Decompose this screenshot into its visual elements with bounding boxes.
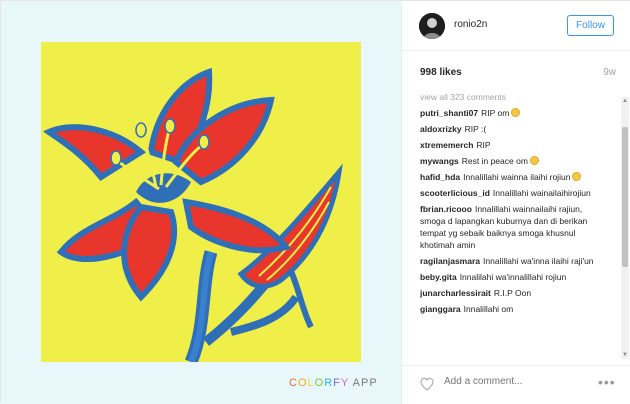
- comment-text: RIP :(: [464, 124, 487, 134]
- media-area: COLORFY APP: [1, 1, 401, 404]
- comment-username[interactable]: beby.gita: [420, 272, 457, 282]
- comment-item: junarcharlessirait R.I.P Oon: [420, 287, 610, 299]
- avatar[interactable]: [419, 13, 445, 39]
- brand-letter: O: [314, 377, 325, 389]
- scroll-up-arrow-icon[interactable]: ▲: [621, 97, 629, 105]
- follow-button[interactable]: Follow: [567, 15, 614, 36]
- post-details-panel: ronio2n Follow 998 likes 9w view all 323…: [401, 1, 630, 404]
- comment-username[interactable]: hafid_hda: [420, 172, 460, 182]
- comment-item: hafid_hda Innalillahi wainna ilaihi rojiu…: [420, 171, 610, 183]
- more-options-icon[interactable]: •••: [598, 374, 616, 390]
- heart-icon[interactable]: [419, 376, 435, 392]
- view-all-comments-link[interactable]: view all 323 comments: [420, 91, 610, 103]
- comment-item: gianggara Innalillahi om: [420, 303, 610, 315]
- brand-letter: F: [333, 377, 341, 389]
- comment-username[interactable]: mywangs: [420, 156, 459, 166]
- comment-username[interactable]: gianggara: [420, 304, 461, 314]
- add-comment-input[interactable]: [444, 376, 584, 387]
- brand-suffix: APP: [349, 377, 378, 389]
- comment-username[interactable]: xtrememerch: [420, 140, 473, 150]
- comment-item: beby.gita Innalilahi wa'innalillahi rojiu…: [420, 271, 610, 283]
- comments-list: view all 323 comments putri_shanti07 RIP …: [420, 91, 610, 359]
- post-header: ronio2n Follow: [402, 1, 630, 51]
- comment-item: fbrian.ricooo Innalillahi wainnailaihi ra…: [420, 203, 610, 251]
- comment-text: Innalillahi wainailaihirojiun: [492, 188, 591, 198]
- comment-text: RIP om: [481, 108, 510, 118]
- emoji-icon: [511, 108, 521, 117]
- likes-count[interactable]: 998 likes: [420, 67, 462, 78]
- comment-text: RIP: [476, 140, 491, 150]
- post-stats: 998 likes 9w: [420, 67, 616, 81]
- scrollbar-thumb[interactable]: [622, 127, 628, 267]
- post-image[interactable]: [41, 42, 361, 362]
- comment-text: Rest in peace om: [461, 156, 528, 166]
- comment-username[interactable]: ragilanjasmara: [420, 256, 480, 266]
- comment-item: aldoxrizky RIP :(: [420, 123, 610, 135]
- username-link[interactable]: ronio2n: [454, 19, 487, 30]
- comment-username[interactable]: scooterlicious_id: [420, 188, 490, 198]
- comment-item: scooterlicious_id Innalillahi wainailaihi…: [420, 187, 610, 199]
- brand-letter: O: [297, 377, 308, 389]
- comment-text: Innalillahi wa'inna ilaihi raji'un: [483, 256, 594, 266]
- brand-letter: R: [324, 377, 334, 389]
- comment-item: xtrememerch RIP: [420, 139, 610, 151]
- emoji-icon: [529, 156, 539, 165]
- comments-scrollbar[interactable]: ▲ ▼: [621, 97, 629, 359]
- comment-text: Innalillahi om: [463, 304, 514, 314]
- comment-text: Innalilahi wa'innalillahi rojiun: [459, 272, 567, 282]
- comment-text: Innalillahi wainna ilaihi rojiun: [463, 172, 571, 182]
- comment-username[interactable]: junarcharlessirait: [420, 288, 491, 298]
- comment-username[interactable]: aldoxrizky: [420, 124, 462, 134]
- comment-footer: •••: [402, 365, 630, 404]
- comment-item: putri_shanti07 RIP om: [420, 107, 610, 119]
- post-window: COLORFY APP ronio2n Follow 998 likes 9w …: [0, 0, 630, 404]
- brand-letter: C: [289, 377, 298, 389]
- brand-letter: Y: [340, 377, 350, 389]
- scroll-down-arrow-icon[interactable]: ▼: [621, 351, 629, 359]
- brand-letter: L: [307, 377, 315, 389]
- comment-username[interactable]: fbrian.ricooo: [420, 204, 472, 214]
- comment-item: ragilanjasmara Innalillahi wa'inna ilaihi…: [420, 255, 610, 267]
- comment-username[interactable]: putri_shanti07: [420, 108, 478, 118]
- post-age[interactable]: 9w: [603, 67, 616, 78]
- comment-item: mywangs Rest in peace om: [420, 155, 610, 167]
- emoji-icon: [572, 172, 582, 181]
- colorfy-app-watermark: COLORFY APP: [289, 377, 378, 389]
- lily-illustration: [43, 67, 343, 362]
- comment-text: R.I.P Oon: [493, 288, 532, 298]
